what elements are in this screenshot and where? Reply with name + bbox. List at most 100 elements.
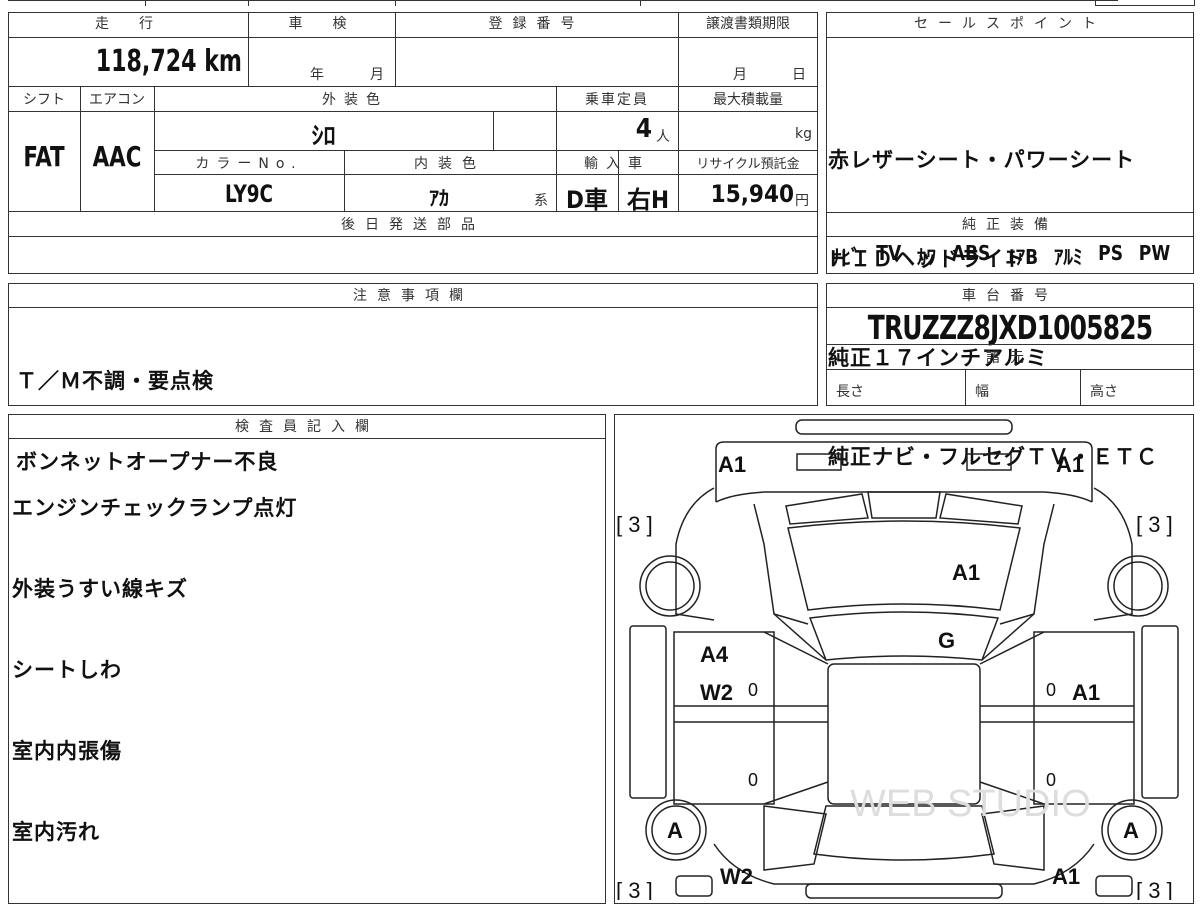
registration-label: 登録番号 [488,16,585,32]
inspector-line: エンジンチェックランプ点灯 [12,496,298,520]
left-front-fender [675,487,715,621]
width-label: 幅 [975,384,989,400]
front-left-wheel-inner [645,561,695,611]
inspector-line: シートしわ [12,658,122,682]
inspection-label: 車 検 [288,16,355,32]
damage-mark-right-rear-wheel: A [1123,818,1139,843]
damage-mark-right-rear-quarter: A1 [1052,864,1080,889]
top-cut-box [1095,0,1195,6]
grid-line [8,86,818,87]
right-headlight [966,453,1012,471]
import-value: D車 [566,186,608,214]
front-right-wheel [1107,555,1169,617]
specs-label: 諸元 [986,350,1034,366]
sales-points-label: セールスポイント [914,16,1106,32]
damage-mark-windshield: G [938,628,955,653]
left-rocker [629,625,667,799]
color-no-label: カラーNo. [195,156,303,172]
front-left-wheel [639,555,701,617]
inspector-line: 室内汚れ [12,820,100,844]
later-parts-label: 後日発送部品 [341,217,485,233]
max-load-label: 最大積載量 [713,92,783,108]
grid-line [826,344,1194,345]
sales-point-item: 赤レザーシート・パワーシート [828,148,1136,172]
equipment-item: ABS [951,241,991,265]
front-fender-outline [715,441,1093,502]
grid-line [154,174,818,175]
top-cut-line [8,0,1118,1]
tire-tread-rear-right: [ 3 ] [1136,878,1173,900]
exterior-color-label: 外装色 [322,92,388,108]
grid-line [1080,369,1081,406]
rear-bumper-line [713,843,1095,885]
grid-line [154,150,818,151]
damage-mark-left-rear-wheel: A [667,818,683,843]
grid-line [8,438,606,439]
right-front-fender [1093,487,1133,621]
damage-mark-left-front-door-a: A4 [700,642,729,667]
length-label: 長さ [836,384,864,400]
equipment-item: ﾅﾋﾞ [832,245,861,269]
left-fender-line [753,503,809,625]
grid-line [493,111,494,150]
equipment-item: TV [876,241,902,265]
recycle-unit: 円 [795,193,809,209]
front-right-wheel-inner [1113,561,1163,611]
equipment-list: ﾅﾋﾞ TV ｶﾜ ABS ｴｱB ｱﾙﾐ PS PW [832,241,1170,270]
right-rocker [1141,625,1179,799]
damage-mark-hood: A1 [952,560,980,585]
left-b-pillar [674,705,828,723]
right-grille [939,493,1023,525]
grid-line [8,236,818,237]
equipment-item: ｶﾜ [916,245,936,269]
tire-tread-front-left: [ 3 ] [616,512,653,537]
rear-bumper [805,883,1003,899]
interior-color-label: 内装色 [414,156,486,172]
left-grille [785,493,869,525]
transfer-deadline-label: 譲渡書類期限 [706,16,790,32]
left-rear-quarter [763,805,827,871]
equipment-item: PW [1138,241,1171,265]
max-load-unit: kg [795,126,812,142]
damage-mark-left-rear-quarter: W2 [720,864,753,889]
inspection-month-unit: 月 [370,67,384,83]
equipment-item: PS [1098,241,1124,265]
caution-line: Ｔ／Ｍ不調・要点検 [16,369,214,393]
tire-tread-rear-left: [ 3 ] [616,878,653,900]
inspector-label: 検査員記入欄 [235,419,379,435]
capacity-unit: 人 [656,129,670,145]
center-grille [867,491,941,519]
car-damage-diagram: WEB STUDIO [ 3 ] [ 3 ] [ 3 ] [ 3 ] 0 0 0… [616,419,1179,900]
mileage-value: 118,724 km [95,44,242,79]
equipment-label: 純正装備 [962,217,1058,233]
zero-mark-right-front: 0 [1046,680,1056,700]
interior-color-suffix: 系 [534,193,548,209]
hood [787,520,1021,611]
top-cut-tick [248,0,249,6]
windshield [808,611,1000,661]
inspector-line: 外装うすい線キズ [12,577,188,601]
left-tail [675,875,713,897]
damage-mark-front-left: A1 [718,452,746,477]
zero-mark-left-front: 0 [748,680,758,700]
interior-color-value: ｱｶ [429,186,449,210]
front-inner-line [715,491,1093,503]
height-label: 高さ [1090,384,1118,400]
grid-line [826,369,1194,370]
grid-line [8,307,818,308]
mileage-label: 走 行 [95,16,161,32]
grid-line [8,37,818,38]
grid-line [826,212,1194,213]
top-cut-tick [640,0,641,6]
chassis-number: TRUZZZ8JXD1005825 [867,308,1153,347]
ac-value: AAC [92,140,142,173]
grid-line [826,37,1194,38]
transfer-day-unit: 日 [792,67,806,83]
shift-label: シフト [23,92,65,108]
damage-mark-right-front-door: A1 [1072,680,1100,705]
zero-mark-right-rear: 0 [1046,770,1056,790]
grid-line [965,369,966,406]
top-cut-tick [145,0,146,6]
grid-line [8,111,818,112]
ac-label: エアコン [89,92,145,108]
